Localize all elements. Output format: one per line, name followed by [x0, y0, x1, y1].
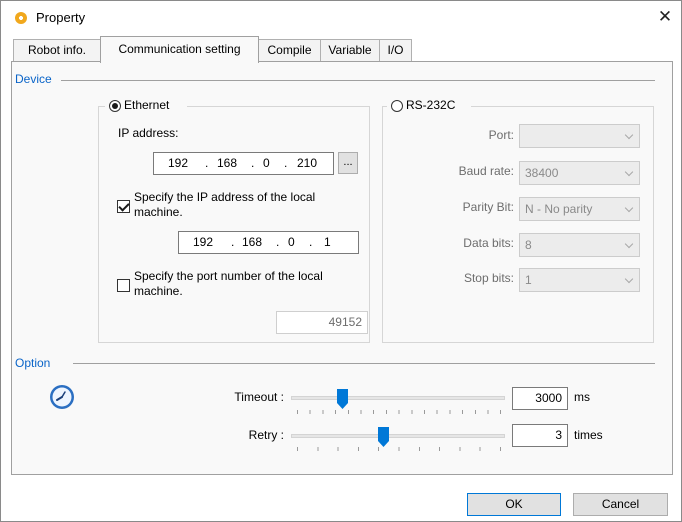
timeout-unit: ms: [574, 390, 590, 404]
ip-octet-3: 0: [263, 156, 270, 170]
ip-address-input[interactable]: 192 . 168 . 0 . 210: [153, 152, 334, 175]
port-select[interactable]: [519, 124, 640, 148]
tab-variable[interactable]: Variable: [320, 39, 380, 62]
tab-robot-info[interactable]: Robot info.: [13, 39, 101, 62]
chevron-down-icon: [624, 203, 634, 213]
ethernet-radio[interactable]: [109, 100, 121, 112]
retry-slider-ticks: [297, 447, 501, 451]
local-port-check-label: Specify the port number of the local mac…: [134, 269, 323, 298]
title-bar: Property ✕: [1, 1, 681, 35]
local-port-checkbox[interactable]: [117, 279, 130, 292]
timeout-slider-track[interactable]: [291, 396, 505, 400]
baud-rate-label: Baud rate:: [458, 164, 514, 178]
stop-bits-select[interactable]: 1: [519, 268, 640, 292]
data-bits-label: Data bits:: [463, 236, 514, 250]
close-icon: ✕: [657, 7, 673, 26]
local-ip-checkbox[interactable]: [117, 200, 130, 213]
clock-icon: [49, 384, 75, 410]
local-ip-octet-3: 0: [288, 235, 295, 249]
close-button[interactable]: ✕: [651, 5, 679, 29]
window-title: Property: [36, 10, 86, 25]
local-ip-octet-1: 192: [193, 235, 214, 249]
local-ip-octet-4: 1: [324, 235, 331, 249]
port-label: Port:: [488, 128, 514, 142]
retry-slider-track[interactable]: [291, 434, 505, 438]
option-section-label: Option: [15, 356, 55, 370]
device-divider: [61, 80, 655, 81]
ethernet-group: [98, 106, 370, 343]
stop-bits-label: Stop bits:: [463, 271, 514, 285]
retry-unit: times: [574, 428, 603, 442]
property-dialog: Property ✕ Robot info. Communication set…: [0, 0, 682, 522]
rs232c-radio[interactable]: [391, 100, 403, 112]
tab-io[interactable]: I/O: [379, 39, 412, 62]
local-ip-octet-2: 168: [242, 235, 263, 249]
chevron-down-icon: [624, 167, 634, 177]
rs232c-label: RS-232C: [406, 98, 456, 112]
parity-bit-label: Parity Bit:: [462, 200, 514, 214]
local-ip-input[interactable]: 192 . 168 . 0 . 1: [178, 231, 359, 254]
ethernet-label: Ethernet: [124, 98, 170, 112]
retry-label: Retry :: [248, 428, 284, 442]
chevron-down-icon: [624, 239, 634, 249]
timeout-slider-ticks: [297, 410, 501, 414]
timeout-input[interactable]: 3000: [512, 387, 568, 410]
option-divider: [73, 363, 655, 364]
parity-bit-select[interactable]: N - No parity: [519, 197, 640, 221]
tab-compile[interactable]: Compile: [258, 39, 321, 62]
cancel-button[interactable]: Cancel: [573, 493, 668, 516]
chevron-down-icon: [624, 130, 634, 140]
app-icon: [15, 12, 27, 24]
baud-rate-select[interactable]: 38400: [519, 161, 640, 185]
retry-input[interactable]: 3: [512, 424, 568, 447]
local-port-input[interactable]: 49152: [276, 311, 368, 334]
ip-octet-2: 168: [217, 156, 238, 170]
tab-communication-setting[interactable]: Communication setting: [100, 36, 259, 63]
chevron-down-icon: [624, 274, 634, 284]
ok-button[interactable]: OK: [467, 493, 561, 516]
ip-octet-1: 192: [168, 156, 189, 170]
ip-octet-4: 210: [297, 156, 318, 170]
device-section-label: Device: [15, 72, 56, 86]
timeout-label: Timeout :: [234, 390, 284, 404]
browse-ip-button[interactable]: ...: [338, 152, 358, 174]
data-bits-select[interactable]: 8: [519, 233, 640, 257]
local-ip-check-label: Specify the IP address of the local mach…: [134, 190, 316, 219]
ip-address-label: IP address:: [118, 126, 179, 140]
